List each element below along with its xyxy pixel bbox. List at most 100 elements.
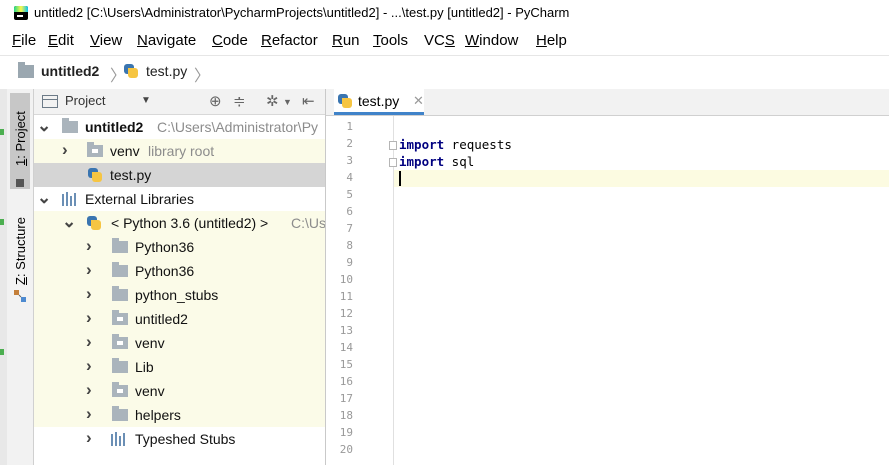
tree-row-python36[interactable]: › Python36 (34, 259, 325, 283)
menu-edit[interactable]: Edit (48, 32, 74, 49)
folder-icon (112, 334, 128, 349)
line-number: 9 (346, 256, 353, 269)
chevron-right-icon[interactable]: › (86, 428, 92, 448)
gear-dropdown-icon[interactable]: ▼ (283, 97, 292, 107)
line-number: 7 (346, 222, 353, 235)
tree-label: Lib (135, 359, 154, 375)
tree-label: venv (110, 143, 140, 159)
tree-row-typeshed-stubs[interactable]: › Typeshed Stubs (34, 427, 325, 451)
tree-row-helpers[interactable]: › helpers (34, 403, 325, 427)
line-number: 5 (346, 188, 353, 201)
chevron-right-icon: 〉 (194, 68, 211, 85)
menu-bar: File Edit View Navigate Code Refactor Ru… (0, 27, 889, 56)
line-number: 3 (346, 154, 353, 167)
chevron-right-icon[interactable]: › (62, 140, 68, 160)
project-view-selector[interactable]: Project (65, 93, 105, 108)
menu-refactor[interactable]: Refactor (261, 32, 318, 49)
pycharm-icon (14, 6, 28, 20)
tree-row-python-sdk[interactable]: ⌄ < Python 3.6 (untitled2) > C:\Us (34, 211, 325, 235)
chevron-right-icon[interactable]: › (86, 332, 92, 352)
tree-label: Python36 (135, 263, 195, 279)
menu-run[interactable]: Run (332, 32, 360, 49)
tree-row-python36[interactable]: › Python36 (34, 235, 325, 259)
editor-tab-bar: test.py ✕ (326, 89, 889, 116)
breadcrumb-file[interactable]: test.py (146, 63, 187, 79)
editor: test.py ✕ 1 2 3 4 5 6 7 8 9 10 11 12 13 … (326, 89, 889, 465)
gutter-marker (0, 129, 4, 135)
line-number: 17 (339, 392, 353, 405)
code-area[interactable]: import requests import sql (394, 116, 889, 465)
dropdown-arrow-icon[interactable]: ▼ (141, 95, 151, 106)
navigation-bar: untitled2 〉 test.py 〉 (0, 56, 889, 90)
structure-icon (14, 290, 26, 302)
left-edge-strip (0, 89, 7, 465)
line-number: 4 (346, 171, 353, 184)
chevron-right-icon[interactable]: › (86, 284, 92, 304)
chevron-right-icon[interactable]: › (86, 236, 92, 256)
folder-icon (112, 406, 128, 421)
tree-row-python-stubs[interactable]: › python_stubs (34, 283, 325, 307)
menu-file[interactable]: File (12, 32, 36, 49)
collapse-all-icon[interactable]: ≑ (233, 92, 246, 110)
menu-help[interactable]: Help (536, 32, 567, 49)
tree-label: test.py (110, 167, 152, 183)
line-number: 1 (346, 120, 353, 133)
editor-tab-test-py[interactable]: test.py ✕ (334, 89, 424, 115)
line-number: 18 (339, 409, 353, 422)
chevron-right-icon[interactable]: › (86, 380, 92, 400)
tree-label: untitled2 (85, 119, 144, 135)
tree-label: External Libraries (85, 191, 194, 207)
tree-label: venv (135, 335, 165, 351)
library-icon (111, 432, 129, 446)
folder-icon (112, 310, 128, 325)
title-bar: untitled2 [C:\Users\Administrator\Pychar… (0, 0, 889, 27)
gear-icon[interactable]: ✲ (266, 92, 279, 110)
line-number: 12 (339, 307, 353, 320)
chevron-down-icon[interactable]: ⌄ (62, 212, 76, 232)
menu-vcs[interactable]: VCS (424, 32, 455, 49)
line-number: 14 (339, 341, 353, 354)
tree-row-venv[interactable]: › venv (34, 331, 325, 355)
menu-tools[interactable]: Tools (373, 32, 408, 49)
tree-row-lib[interactable]: › Lib (34, 355, 325, 379)
chevron-right-icon[interactable]: › (86, 260, 92, 280)
menu-window[interactable]: Window (465, 32, 518, 49)
project-tool-button[interactable]: 1: Project (10, 93, 30, 189)
menu-view[interactable]: View (90, 32, 122, 49)
tree-row-untitled2[interactable]: › untitled2 (34, 307, 325, 331)
tree-label: untitled2 (135, 311, 188, 327)
menu-navigate[interactable]: Navigate (137, 32, 196, 49)
project-tool-icon (16, 179, 24, 187)
python-sdk-icon (87, 216, 101, 235)
chevron-right-icon[interactable]: › (86, 356, 92, 376)
folder-icon (62, 118, 78, 133)
menu-code[interactable]: Code (212, 32, 248, 49)
line-number: 2 (346, 137, 353, 150)
gutter-marker (0, 349, 4, 355)
python-file-icon (124, 64, 138, 83)
chevron-right-icon[interactable]: › (86, 308, 92, 328)
chevron-right-icon[interactable]: › (86, 404, 92, 424)
folder-icon (87, 142, 103, 157)
chevron-down-icon[interactable]: ⌄ (37, 188, 51, 208)
line-number: 20 (339, 443, 353, 456)
python-file-icon (88, 168, 102, 187)
line-number-gutter: 1 2 3 4 5 6 7 8 9 10 11 12 13 14 15 16 1… (326, 116, 397, 465)
tree-row-external-libraries[interactable]: ⌄ External Libraries (34, 187, 325, 211)
structure-tool-button[interactable]: Z: Structure (13, 217, 28, 285)
project-panel: Project ▼ ⊕ ≑ ✲ ▼ ⇤ ⌄ untitled2 C:\Users… (34, 89, 326, 465)
code-line: import sql (399, 154, 475, 169)
tree-row-test-py[interactable]: test.py (34, 163, 325, 187)
breadcrumb-project[interactable]: untitled2 (41, 63, 99, 79)
tool-window-strip: 1: Project Z: Structure (7, 89, 34, 465)
tree-row-venv[interactable]: › venv (34, 379, 325, 403)
locate-icon[interactable]: ⊕ (209, 92, 222, 110)
tree-hint: C:\Users\Administrator\Py (157, 119, 319, 135)
tree-row-project-root[interactable]: ⌄ untitled2 C:\Users\Administrator\Py (34, 115, 325, 139)
close-icon[interactable]: ✕ (413, 93, 424, 109)
tree-row-venv[interactable]: › venv library root (34, 139, 325, 163)
line-number: 8 (346, 239, 353, 252)
line-number: 16 (339, 375, 353, 388)
chevron-down-icon[interactable]: ⌄ (37, 116, 51, 136)
hide-panel-icon[interactable]: ⇤ (302, 92, 315, 110)
